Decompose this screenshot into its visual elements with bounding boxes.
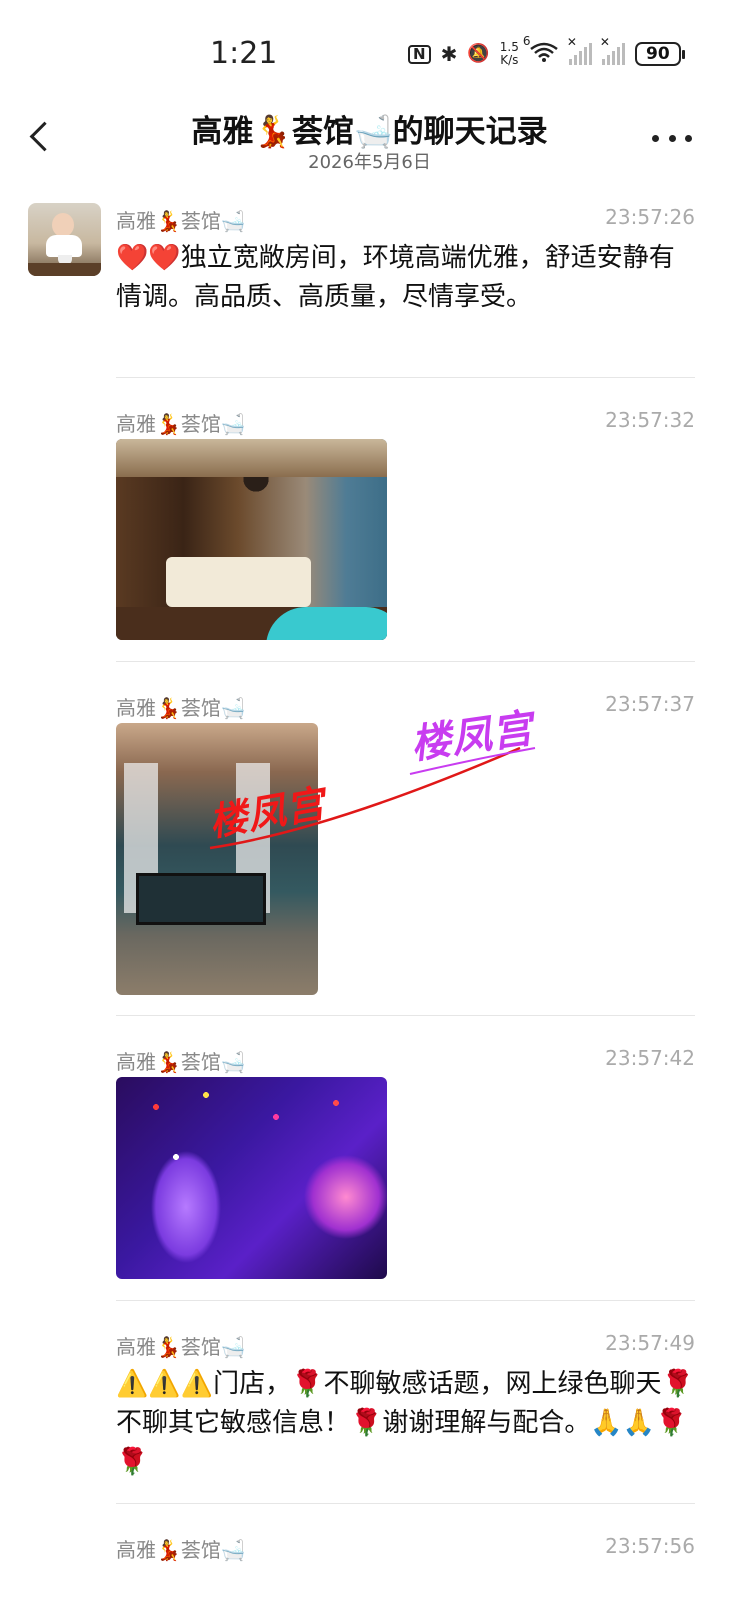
message-sender: 高雅💃荟馆🛁	[116, 1050, 246, 1074]
spa-room-photo[interactable]	[116, 439, 387, 640]
message-text[interactable]: ❤️❤️独立宽敞房间，环境高端优雅，舒适安静有情调。高品质、高质量，尽情享受。	[116, 239, 695, 317]
message-time: 23:57:56	[605, 1534, 695, 1558]
divider	[116, 1300, 695, 1301]
divider	[116, 1015, 695, 1016]
page-date: 2026年5月6日	[308, 152, 431, 173]
net-speed: 1.5 K/s	[500, 41, 519, 67]
message-time: 23:57:37	[605, 692, 695, 716]
chat-message: 高雅💃荟馆🛁 23:57:37	[116, 692, 695, 722]
status-time: 1:21	[210, 36, 278, 71]
canopy-bed-photo[interactable]	[116, 723, 318, 995]
chat-message: 高雅💃荟馆🛁 23:57:56	[116, 1534, 695, 1564]
signal-1-icon: ✕	[567, 35, 592, 65]
message-sender: 高雅💃荟馆🛁	[116, 412, 246, 436]
message-sender: 高雅💃荟馆🛁	[116, 1335, 246, 1359]
wifi-label: 6	[522, 33, 531, 48]
battery-icon: 90	[634, 42, 685, 66]
avatar[interactable]	[28, 203, 101, 276]
chat-message: 高雅💃荟馆🛁 23:57:42	[116, 1046, 695, 1076]
status-icons: N ✱ 🔕 1.5 K/s 6 ✕ ✕ 90	[408, 35, 685, 70]
message-sender: 高雅💃荟馆🛁	[116, 1538, 246, 1562]
message-time: 23:57:32	[605, 408, 695, 432]
mute-icon: 🔕	[467, 43, 490, 64]
more-options-icon[interactable]	[652, 126, 692, 150]
net-speed-unit: K/s	[500, 53, 519, 67]
message-time: 23:57:42	[605, 1046, 695, 1070]
bluetooth-icon: ✱	[440, 42, 458, 66]
nfc-icon: N	[408, 44, 431, 64]
divider	[116, 1503, 695, 1504]
signal-2-icon: ✕	[600, 35, 625, 65]
message-sender: 高雅💃荟馆🛁	[116, 209, 246, 233]
chat-message: 高雅💃荟馆🛁 23:57:32	[116, 408, 695, 438]
chat-message: 高雅💃荟馆🛁 23:57:49 ⚠️⚠️⚠️门店，🌹不聊敏感话题，网上绿色聊天🌹…	[116, 1331, 695, 1482]
status-bar: 1:21 N ✱ 🔕 1.5 K/s 6 ✕ ✕ 90	[0, 0, 739, 100]
chat-message: 高雅💃荟馆🛁 23:57:26 ❤️❤️独立宽敞房间，环境高端优雅，舒适安静有情…	[116, 205, 695, 317]
message-text[interactable]: ⚠️⚠️⚠️门店，🌹不聊敏感话题，网上绿色聊天🌹不聊其它敏感信息！🌹谢谢理解与配…	[116, 1365, 695, 1482]
page-title: 高雅💃荟馆🛁的聊天记录	[191, 114, 548, 150]
chat-header: 高雅💃荟馆🛁的聊天记录 2026年5月6日	[0, 100, 739, 180]
message-time: 23:57:26	[605, 205, 695, 229]
wifi-icon: 6	[523, 35, 559, 68]
disco-light-room-photo[interactable]	[116, 1077, 387, 1279]
divider	[116, 661, 695, 662]
message-sender: 高雅💃荟馆🛁	[116, 696, 246, 720]
message-time: 23:57:49	[605, 1331, 695, 1355]
divider	[116, 377, 695, 378]
